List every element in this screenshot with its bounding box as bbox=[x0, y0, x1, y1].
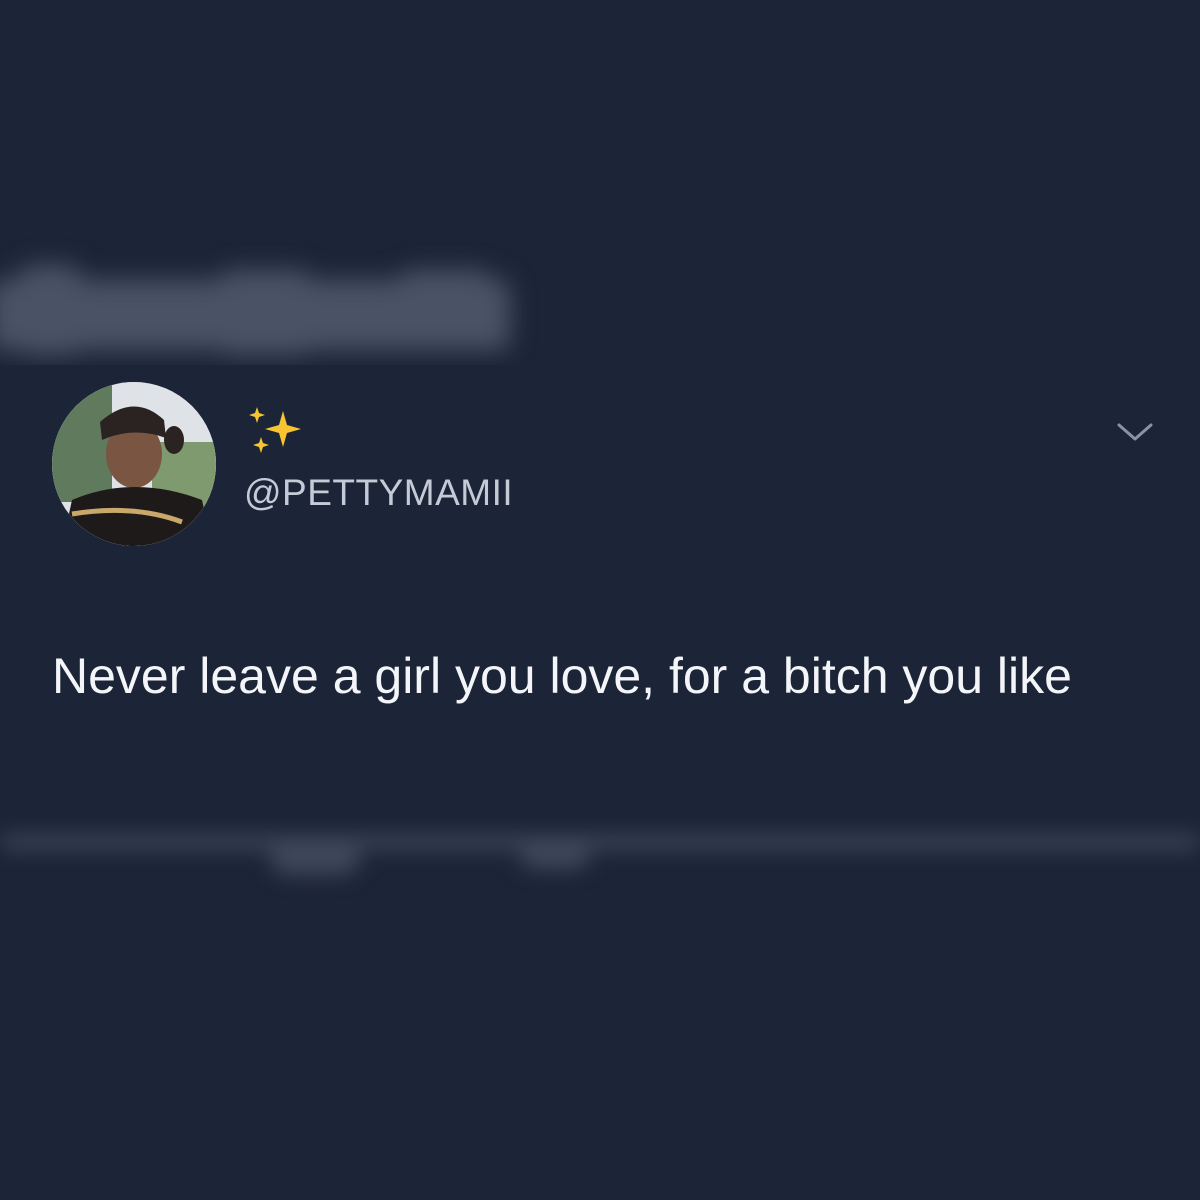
avatar-image bbox=[52, 382, 216, 546]
sparkles-icon bbox=[249, 407, 301, 453]
blurred-footer-actions bbox=[0, 835, 1200, 885]
tweet-menu-button[interactable] bbox=[1113, 417, 1157, 447]
chevron-down-icon bbox=[1117, 423, 1153, 441]
profile-avatar[interactable] bbox=[52, 382, 216, 546]
screenshot-page: @PETTYMAMII Never leave a girl you love,… bbox=[0, 0, 1200, 1200]
display-name[interactable] bbox=[243, 403, 313, 459]
tweet-card[interactable]: @PETTYMAMII Never leave a girl you love,… bbox=[0, 365, 1200, 835]
blurred-header-text bbox=[0, 255, 550, 365]
tweet-body-text: Never leave a girl you love, for a bitch… bbox=[52, 648, 1072, 704]
username-handle[interactable]: @PETTYMAMII bbox=[244, 472, 513, 514]
